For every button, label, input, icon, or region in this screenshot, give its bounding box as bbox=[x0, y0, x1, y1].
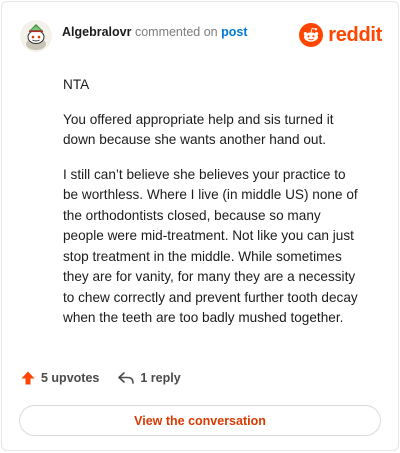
upvotes-label: 5 upvotes bbox=[41, 371, 100, 385]
comment-header: Algebralovr commented on post reddit bbox=[20, 18, 382, 54]
replies-label: 1 reply bbox=[140, 371, 181, 385]
comment-paragraph: You offered appropriate help and sis tur… bbox=[63, 111, 334, 148]
comment-paragraph: I still can’t believe she believes your … bbox=[63, 166, 358, 326]
reddit-wordmark: reddit bbox=[328, 23, 382, 46]
reply-arrow-icon bbox=[118, 372, 135, 384]
reddit-brand[interactable]: reddit bbox=[299, 23, 382, 47]
comment-footer: 5 upvotes 1 reply bbox=[20, 370, 382, 386]
reddit-logo-icon bbox=[299, 23, 324, 47]
post-link[interactable]: post bbox=[221, 25, 247, 39]
replies-stat[interactable]: 1 reply bbox=[117, 370, 181, 386]
comment-card: Algebralovr commented on post reddit NTA… bbox=[1, 1, 399, 451]
comment-body: NTA You offered appropriate help and sis… bbox=[63, 75, 363, 343]
upvote-arrow-icon bbox=[21, 371, 35, 385]
upvotes-stat[interactable]: 5 upvotes bbox=[20, 370, 99, 386]
author-name[interactable]: Algebralovr bbox=[62, 25, 131, 39]
comment-meta: Algebralovr commented on post bbox=[62, 26, 248, 39]
view-conversation-button[interactable]: View the conversation bbox=[19, 405, 381, 436]
snoo-avatar-icon bbox=[20, 20, 52, 52]
action-text: commented on bbox=[134, 24, 218, 39]
comment-paragraph: NTA bbox=[63, 77, 90, 92]
user-avatar[interactable] bbox=[20, 20, 52, 52]
